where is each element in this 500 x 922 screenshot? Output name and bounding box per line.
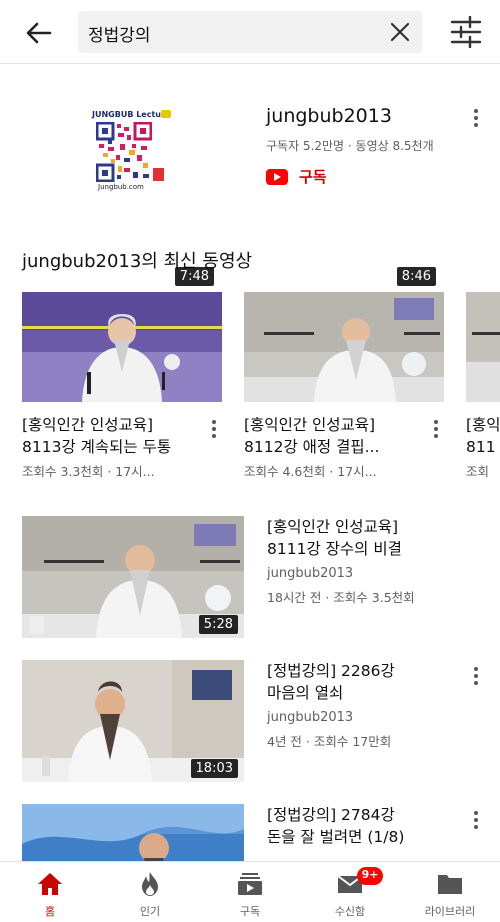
- video-list-item[interactable]: 18:03 [정법강의] 2286강 마음의 열쇠 jungbub2013 4년…: [22, 660, 500, 784]
- video-meta: 조회: [466, 464, 490, 479]
- video-thumbnail[interactable]: [22, 292, 222, 402]
- channel-name[interactable]: jungbub2013: [266, 105, 392, 127]
- video-title-line: [홍익인간 인성교육]: [267, 518, 399, 536]
- video-thumbnail[interactable]: [466, 292, 500, 402]
- video-meta: 조회수 4.6천회 · 17시...: [244, 464, 377, 479]
- video-title-line: [홍익인간 인성교육]: [22, 416, 154, 434]
- video-title-line: 8113강 계속되는 두통: [22, 438, 172, 456]
- more-vert-icon[interactable]: [466, 108, 486, 128]
- video-title-line: [홍익: [466, 416, 500, 434]
- video-thumbnail[interactable]: [244, 292, 444, 402]
- video-list-item[interactable]: [정법강의] 2784강 돈을 잘 벌려면 (1/8): [22, 804, 500, 861]
- more-vert-icon[interactable]: [468, 666, 484, 686]
- video-title[interactable]: [홍익인간 인성교육] 8113강 계속되는 두통: [22, 414, 207, 458]
- video-title-line: 8111강 장수의 비결: [267, 540, 402, 558]
- logo-badge: [161, 110, 171, 118]
- video-channel: jungbub2013: [267, 566, 354, 581]
- nav-label: 홈: [44, 905, 56, 918]
- fire-icon: [142, 872, 158, 896]
- nav-library[interactable]: 라이브러리: [400, 862, 500, 922]
- video-title[interactable]: [홍익인간 인성교육] 8111강 장수의 비결: [267, 516, 467, 560]
- home-icon: [38, 873, 62, 895]
- logo-url: Jungbub.com: [98, 183, 144, 191]
- back-arrow-icon[interactable]: [22, 16, 56, 50]
- more-vert-icon[interactable]: [206, 419, 222, 439]
- nav-label: 수신함: [334, 905, 366, 918]
- shelf-video-card[interactable]: [홍익 811 조회: [466, 292, 500, 492]
- nav-trending[interactable]: 인기: [100, 862, 200, 922]
- notification-badge: 9+: [357, 867, 383, 885]
- section-title: jungbub2013의 최신 동영상: [22, 251, 253, 272]
- video-channel: jungbub2013: [267, 710, 354, 725]
- video-title-line: [정법강의] 2286강: [267, 662, 395, 680]
- video-duration: 18:03: [190, 759, 238, 778]
- search-query-text: 정법강의: [88, 26, 151, 46]
- video-title-line: [정법강의] 2784강: [267, 806, 395, 824]
- video-meta: 18시간 전 · 조회수 3.5천회: [267, 590, 415, 605]
- video-title[interactable]: [정법강의] 2784강 돈을 잘 벌려면 (1/8): [267, 804, 467, 848]
- video-duration: 5:28: [198, 615, 238, 634]
- video-meta: 조회수 3.3천회 · 17시...: [22, 464, 155, 479]
- video-title-line: 돈을 잘 벌려면 (1/8): [267, 828, 405, 846]
- library-icon: [438, 875, 462, 894]
- youtube-play-icon[interactable]: [266, 169, 288, 185]
- nav-subscriptions[interactable]: 구독: [200, 862, 300, 922]
- video-meta: 4년 전 · 조회수 17만회: [267, 734, 392, 749]
- video-title[interactable]: [홍익 811: [466, 414, 500, 458]
- nav-home[interactable]: 홈: [0, 862, 100, 922]
- channel-stats: 구독자 5.2만명 · 동영상 8.5천개: [266, 139, 434, 153]
- video-list-item[interactable]: 5:28 [홍익인간 인성교육] 8111강 장수의 비결 jungbub201…: [22, 516, 500, 640]
- search-header: 정법강의: [0, 0, 500, 64]
- video-title-line: [홍익인간 인성교육]: [244, 416, 376, 434]
- video-duration: 7:48: [174, 267, 214, 286]
- bottom-nav: 홈 인기 구독 9+ 수신함 라이브러리: [0, 861, 500, 921]
- subscribe-button[interactable]: 구독: [299, 166, 327, 187]
- more-vert-icon[interactable]: [428, 419, 444, 439]
- filter-icon[interactable]: [449, 16, 483, 48]
- video-thumbnail[interactable]: [22, 804, 244, 861]
- nav-label: 인기: [139, 905, 161, 918]
- video-title-line: 811: [466, 438, 496, 456]
- video-duration: 8:46: [396, 267, 436, 286]
- clear-icon[interactable]: [388, 20, 412, 44]
- more-vert-icon[interactable]: [468, 810, 484, 830]
- video-title[interactable]: [정법강의] 2286강 마음의 열쇠: [267, 660, 467, 704]
- logo-seal: [153, 168, 164, 181]
- nav-label: 구독: [239, 905, 261, 918]
- video-title-line: 마음의 열쇠: [267, 684, 344, 702]
- video-title[interactable]: [홍익인간 인성교육] 8112강 애정 결핍...: [244, 414, 429, 458]
- search-input[interactable]: 정법강의: [78, 11, 422, 53]
- logo-title: JUNGBUB Lecture: [92, 110, 171, 119]
- nav-inbox[interactable]: 9+ 수신함: [300, 862, 400, 922]
- video-title-line: 8112강 애정 결핍...: [244, 438, 380, 456]
- nav-label: 라이브러리: [424, 905, 476, 918]
- channel-logo[interactable]: JUNGBUB Lecture Jungbub.com: [92, 110, 172, 194]
- subscriptions-icon: [238, 873, 262, 895]
- qr-code-image: [96, 122, 152, 182]
